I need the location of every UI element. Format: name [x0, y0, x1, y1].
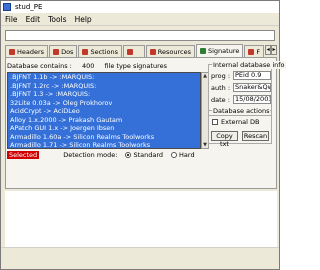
- list-item[interactable]: Armadillo 1.60a -> Silicon Realms Toolwo…: [8, 133, 200, 142]
- menu-edit[interactable]: Edit: [22, 15, 45, 24]
- list-item[interactable]: Armadillo 1.71 -> Silicon Realms Toolwor…: [8, 141, 200, 148]
- auth-value: Snaker&Qwe: [233, 83, 271, 92]
- list-item[interactable]: .BJFNT 1.1b -> :MARQUIS:: [8, 73, 200, 82]
- window-title: stud_PE: [15, 3, 43, 11]
- list-item[interactable]: Alloy 1.x.2000 -> Prakash Gautam: [8, 116, 200, 125]
- tab-f-icon: [248, 48, 255, 55]
- list-item[interactable]: APatch GUI 1.x -> Joergen Ibsen: [8, 124, 200, 133]
- tab-f[interactable]: F: [244, 45, 265, 57]
- standard-radio-label: Standard: [133, 150, 164, 159]
- status-row: Selected Detection mode: Standard Hard: [7, 150, 209, 159]
- tab-blank[interactable]: [122, 45, 145, 57]
- list-item[interactable]: .BJFNT 1.2rc -> :MARQUIS:: [8, 82, 200, 91]
- prog-label: prog :: [211, 71, 231, 80]
- internal-info-title: Internal database info: [212, 61, 286, 69]
- external-db-option[interactable]: External DB: [212, 118, 260, 126]
- menu-file[interactable]: File: [1, 15, 22, 24]
- file-path-field[interactable]: [5, 30, 275, 41]
- tab-dos-label: Dos: [61, 47, 74, 56]
- detection-mode-label: Detection mode:: [63, 150, 118, 159]
- tab-sections-icon: [82, 48, 89, 55]
- tab-sections-label: Sections: [90, 47, 118, 56]
- app-icon: [3, 3, 11, 11]
- database-actions-title: Database actions: [212, 107, 271, 115]
- list-item[interactable]: .BJFNT 1.3 -> :MARQUIS:: [8, 90, 200, 99]
- tab-signature-label: Signature: [208, 47, 240, 55]
- tab-headers[interactable]: Headers: [5, 45, 49, 57]
- prog-row: prog : PEid 0.9: [211, 71, 271, 80]
- tab-dos-icon: [53, 48, 60, 55]
- tab-scroll-right-button[interactable]: ▸: [271, 45, 278, 55]
- auth-label: auth :: [211, 83, 231, 92]
- tab-resources-label: Resources: [157, 47, 191, 56]
- prog-value: PEid 0.9: [233, 71, 271, 80]
- menu-help[interactable]: Help: [71, 15, 96, 24]
- database-actions-group: Database actions External DB Copy txt Re…: [208, 107, 272, 148]
- selected-status-badge: Selected: [7, 150, 40, 159]
- database-count: 400: [81, 62, 95, 70]
- title-bar: stud_PE: [1, 1, 279, 13]
- tab-headers-icon: [9, 48, 15, 55]
- list-item[interactable]: 32Lite 0.03a -> Oleg Prokhorov: [8, 99, 200, 108]
- external-db-label: External DB: [221, 118, 260, 126]
- hard-radio-label: Hard: [179, 150, 195, 159]
- hard-radio[interactable]: [171, 151, 178, 158]
- tab-resources-icon: [149, 48, 156, 55]
- rescan-button[interactable]: Rescan: [242, 131, 269, 141]
- bottom-area: [5, 191, 277, 247]
- database-suffix: file type signatures: [104, 62, 167, 70]
- database-contains-label: Database contains :: [7, 62, 72, 70]
- tab-dos[interactable]: Dos: [49, 45, 78, 57]
- standard-radio[interactable]: [125, 151, 132, 158]
- tab-resources[interactable]: Resources: [145, 45, 195, 57]
- tab-signature[interactable]: Signature: [196, 44, 244, 57]
- menu-tools[interactable]: Tools: [44, 15, 70, 24]
- tab-f-label: F: [256, 47, 261, 56]
- database-summary: Database contains : 400 file type signat…: [7, 62, 175, 70]
- tab-headers-label: Headers: [17, 47, 45, 56]
- app-window: stud_PE File Edit Tools Help Headers Dos…: [0, 0, 286, 270]
- signature-list[interactable]: .BJFNT 1.1b -> :MARQUIS: .BJFNT 1.2rc ->…: [7, 72, 201, 149]
- auth-row: auth : Snaker&Qwe: [211, 83, 271, 92]
- tab-strip: Headers Dos Sections Resources Signature…: [5, 44, 278, 57]
- date-value: 15/08/2003: [233, 95, 271, 104]
- tab-sections[interactable]: Sections: [78, 45, 122, 57]
- external-db-checkbox[interactable]: [212, 119, 218, 125]
- footer-bar: [1, 247, 279, 269]
- tab-blank-icon: [126, 48, 133, 55]
- tab-signature-icon: [200, 48, 206, 54]
- copy-txt-button[interactable]: Copy txt: [211, 131, 238, 148]
- date-label: date :: [211, 95, 230, 104]
- list-item[interactable]: AcidCrypt -> AciDLeo: [8, 107, 200, 116]
- menu-bar: File Edit Tools Help: [1, 13, 279, 26]
- date-row: date : 15/08/2003: [211, 95, 271, 104]
